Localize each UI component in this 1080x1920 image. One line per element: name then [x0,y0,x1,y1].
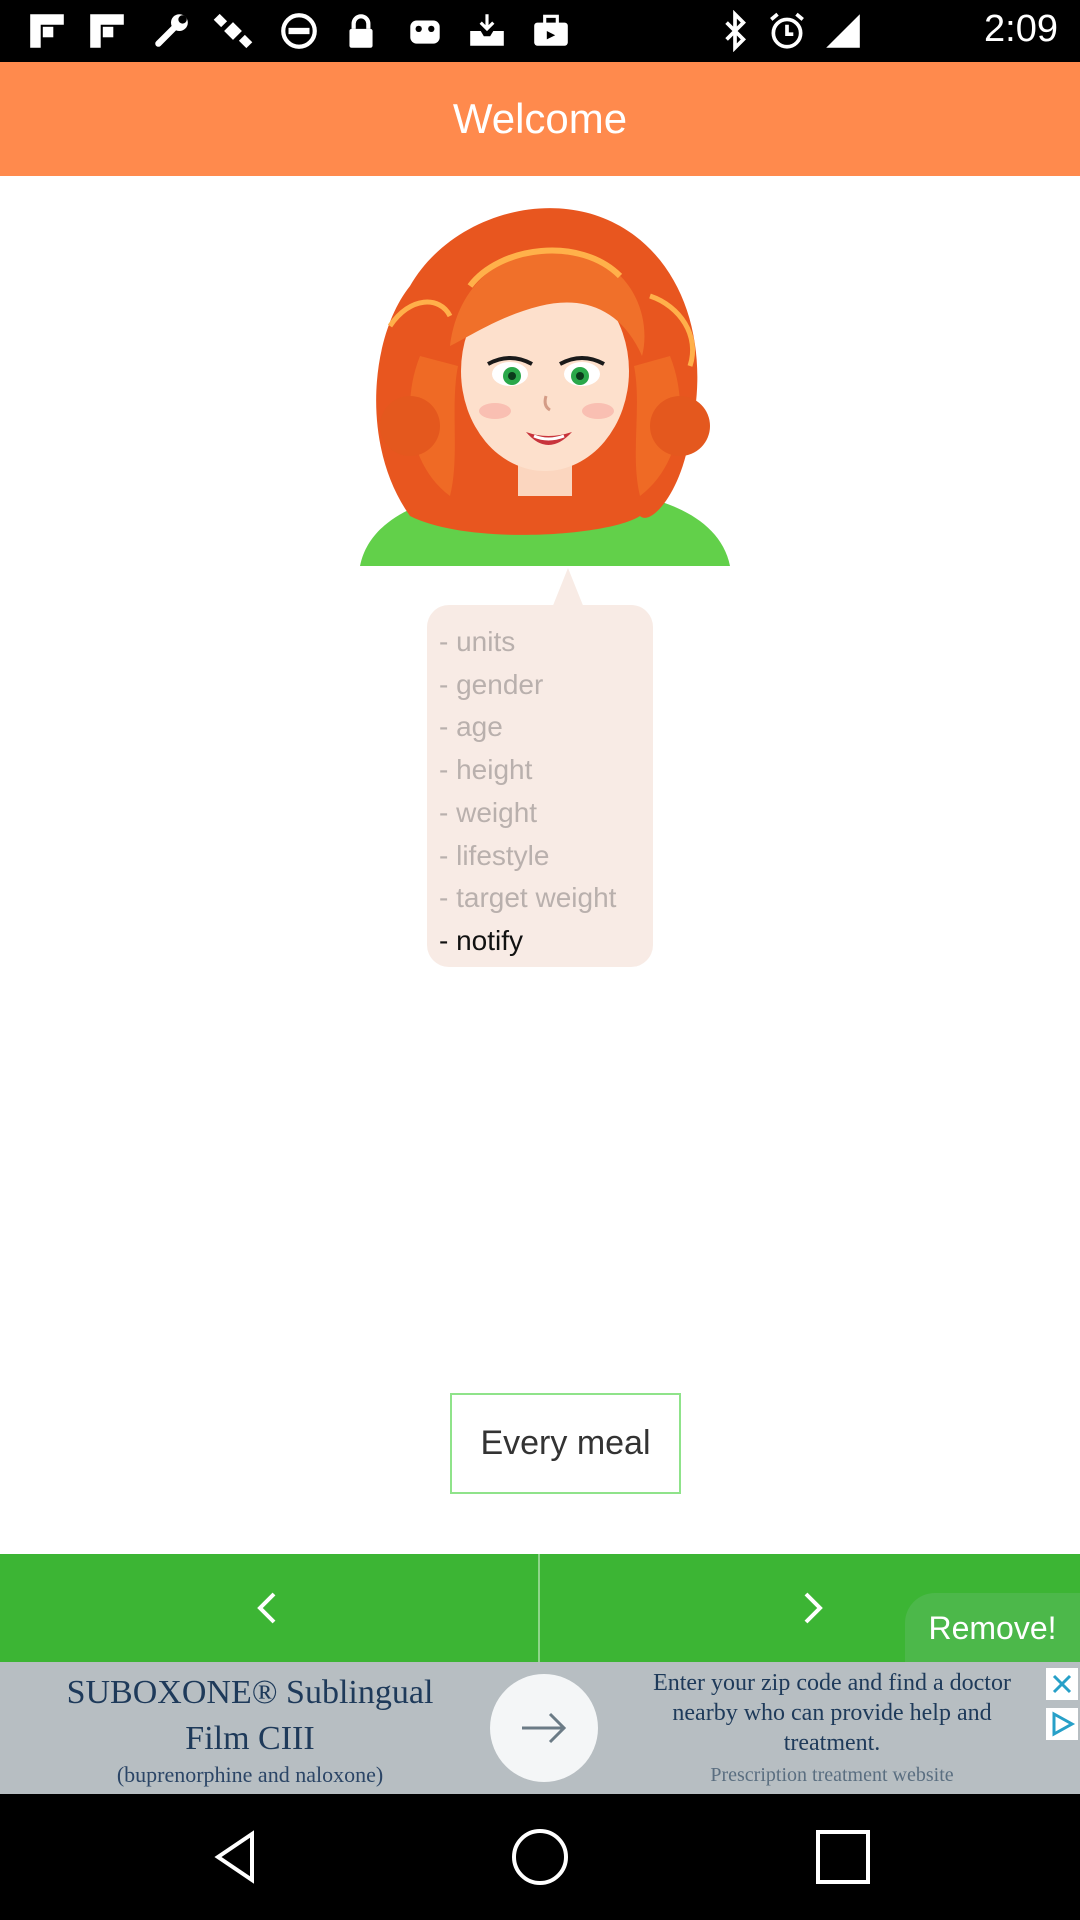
step-weight: - weight [439,796,538,828]
lock-icon [349,14,373,48]
arrow-right-icon [522,1712,567,1744]
chevron-right-icon [804,1592,823,1624]
ad-desc-line3: treatment. [783,1730,881,1756]
blocked-icon [281,13,317,49]
app-header: Welcome [0,62,1080,176]
notify-frequency-button[interactable]: Every meal [450,1393,681,1494]
signal-icon [826,14,860,48]
previous-button[interactable] [0,1554,538,1662]
flipboard-icon [90,14,124,48]
ad-title-line2: Film CIII [185,1720,315,1757]
ad-desc-line2: nearby who can provide help and [672,1700,992,1726]
step-units: - units [439,626,516,657]
chevron-left-icon [257,1592,276,1624]
home-icon[interactable] [507,1824,573,1890]
ad-title-line1: SUBOXONE® Sublingual [66,1674,434,1711]
remove-ads-button[interactable]: Remove! [905,1593,1080,1663]
ad-close-button[interactable] [1046,1668,1078,1700]
step-notify: - notify [439,924,524,956]
speech-bubble-tail [552,568,584,608]
ad-choices-icon [1052,1711,1076,1737]
alarm-icon [770,12,804,49]
setup-steps-bubble: - units - gender - age - height - weight… [427,605,653,967]
ad-right-text: Enter your zip code and find a doctor ne… [612,1668,1052,1788]
status-bar: 2:09 [0,0,1080,62]
page-title: Welcome [452,95,628,142]
close-icon [1052,1674,1072,1694]
briefcase-icon [534,14,568,46]
flipboard-icon [30,14,64,48]
ad-left-text: SUBOXONE® Sublingual Film CIII (buprenor… [0,1662,500,1788]
step-age: - age [439,711,503,743]
step-height: - height [439,754,533,786]
ad-desc-line1: Enter your zip code and find a doctor [653,1670,1011,1696]
step-target-weight: - target weight [439,882,617,914]
step-lifestyle: - lifestyle [439,839,550,871]
wrench-icon [155,14,188,47]
inbox-icon [470,14,504,46]
bluetooth-icon [725,10,746,52]
ad-choices-button[interactable] [1046,1708,1078,1740]
ad-site: Prescription treatment website [710,1764,954,1786]
ad-arrow-button[interactable] [490,1674,598,1782]
recents-icon[interactable] [810,1824,876,1890]
back-icon[interactable] [204,1824,270,1890]
android-icon [410,20,440,44]
step-gender: - gender [439,668,544,700]
status-time: 2:09 [984,8,1058,50]
ad-banner[interactable]: SUBOXONE® Sublingual Film CIII (buprenor… [0,1662,1080,1794]
ad-subtitle: (buprenorphine and naloxone) [116,1762,384,1787]
avatar-illustration [360,208,730,566]
system-nav-bar [0,1794,1080,1920]
satellite-icon [213,13,253,49]
